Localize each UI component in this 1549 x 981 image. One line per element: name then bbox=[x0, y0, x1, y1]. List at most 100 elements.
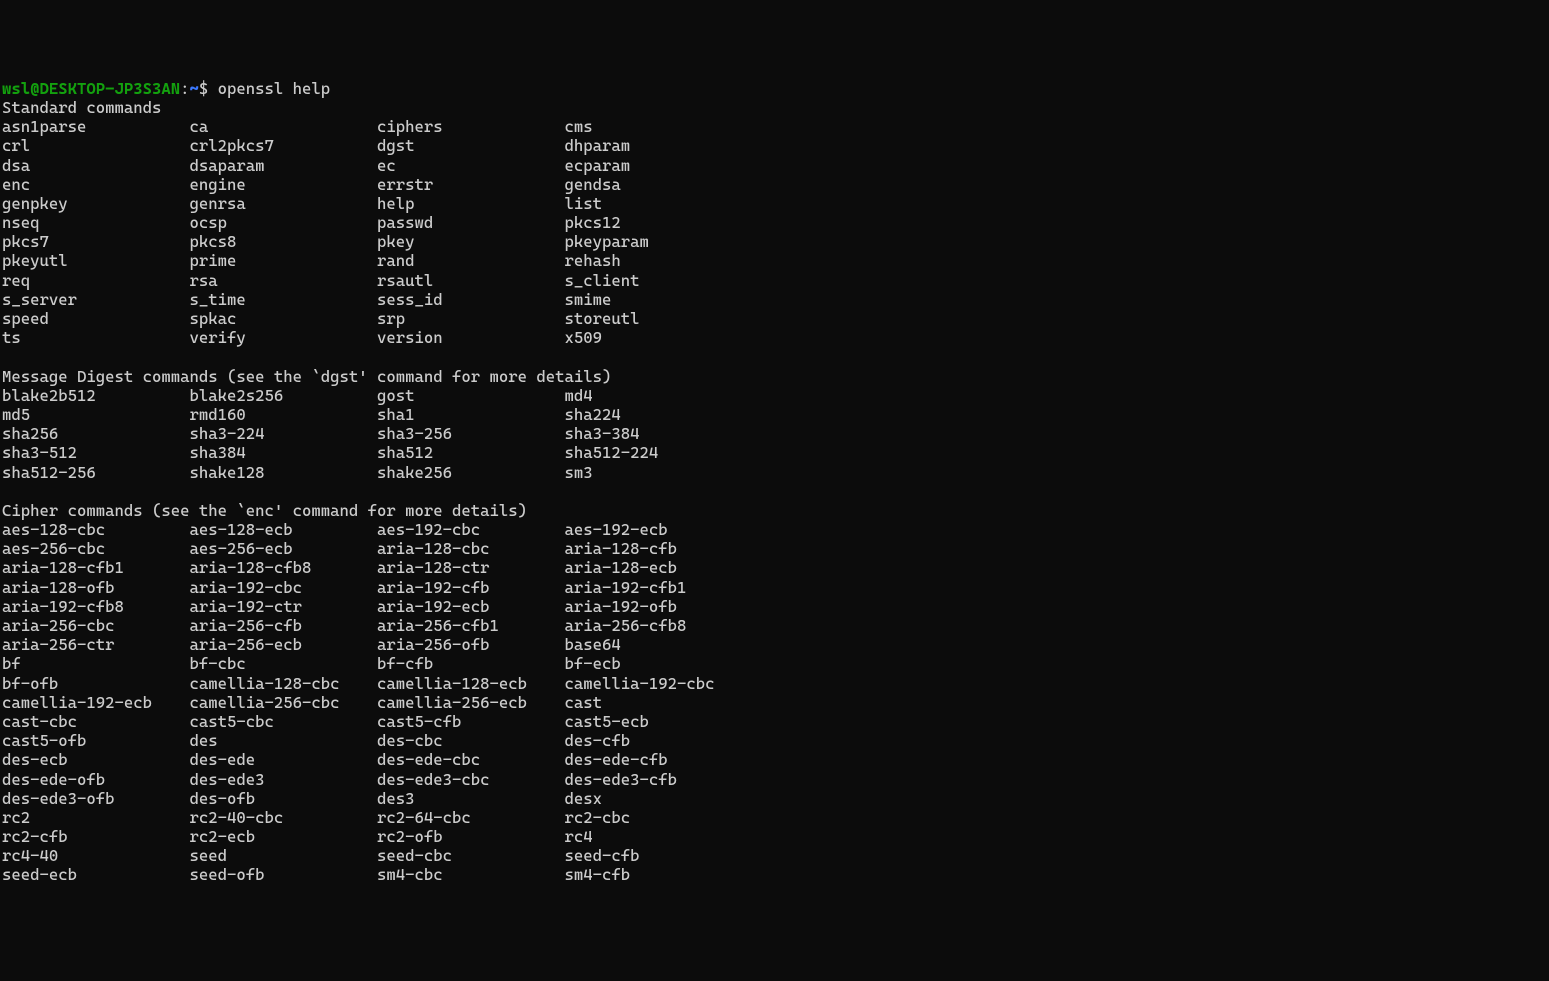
command-row: blake2b512blake2s256gostmd4 bbox=[2, 386, 1549, 405]
command-cell: aria-128-ecb bbox=[565, 558, 753, 577]
prompt-user-host: wsl@DESKTOP-JP3S3AN bbox=[2, 79, 180, 98]
command-row: sha3-512sha384sha512sha512-224 bbox=[2, 443, 1549, 462]
command-cell: rc4-40 bbox=[2, 846, 190, 865]
command-cell: pkey bbox=[377, 232, 565, 251]
command-cell: des-ecb bbox=[2, 750, 190, 769]
blank-line bbox=[2, 347, 1549, 366]
command-cell: des-cfb bbox=[565, 731, 753, 750]
command-cell: camellia-192-ecb bbox=[2, 693, 190, 712]
command-cell: aria-192-ofb bbox=[565, 597, 753, 616]
command-cell: aria-192-cfb bbox=[377, 578, 565, 597]
command-cell: sha3-384 bbox=[565, 424, 753, 443]
command-cell: genpkey bbox=[2, 194, 190, 213]
command-cell: rc2-ecb bbox=[190, 827, 378, 846]
command-cell: blake2b512 bbox=[2, 386, 190, 405]
command-row: bfbf-cbcbf-cfbbf-ecb bbox=[2, 654, 1549, 673]
command-cell: dsa bbox=[2, 156, 190, 175]
command-cell: pkcs8 bbox=[190, 232, 378, 251]
command-cell: sm4-cfb bbox=[565, 865, 753, 884]
command-cell: camellia-256-ecb bbox=[377, 693, 565, 712]
command-row: aria-256-ctraria-256-ecbaria-256-ofbbase… bbox=[2, 635, 1549, 654]
command-cell: aes-256-cbc bbox=[2, 539, 190, 558]
command-cell: enc bbox=[2, 175, 190, 194]
command-cell: rc2-cbc bbox=[565, 808, 753, 827]
command-row: rc2rc2-40-cbcrc2-64-cbcrc2-cbc bbox=[2, 808, 1549, 827]
command-cell: aria-128-ofb bbox=[2, 578, 190, 597]
command-row: s_servers_timesess_idsmime bbox=[2, 290, 1549, 309]
command-cell: dsaparam bbox=[190, 156, 378, 175]
command-row: des-ede-ofbdes-ede3des-ede3-cbcdes-ede3-… bbox=[2, 770, 1549, 789]
command-cell: sha3-512 bbox=[2, 443, 190, 462]
command-cell: des-cbc bbox=[377, 731, 565, 750]
command-cell: req bbox=[2, 271, 190, 290]
command-row: aria-192-cfb8aria-192-ctraria-192-ecbari… bbox=[2, 597, 1549, 616]
command-cell: blake2s256 bbox=[190, 386, 378, 405]
command-cell: cast5-ecb bbox=[565, 712, 753, 731]
command-cell: sess_id bbox=[377, 290, 565, 309]
command-cell: genrsa bbox=[190, 194, 378, 213]
command-cell: des-ede-ofb bbox=[2, 770, 190, 789]
command-cell: rc2-64-cbc bbox=[377, 808, 565, 827]
command-cell: rmd160 bbox=[190, 405, 378, 424]
command-row: encengineerrstrgendsa bbox=[2, 175, 1549, 194]
command-cell: aria-128-cfb8 bbox=[190, 558, 378, 577]
command-row: des-ede3-ofbdes-ofbdes3desx bbox=[2, 789, 1549, 808]
command-cell: pkeyparam bbox=[565, 232, 753, 251]
prompt-line: wsl@DESKTOP-JP3S3AN:~$ openssl help bbox=[2, 79, 1549, 98]
command-cell: md5 bbox=[2, 405, 190, 424]
command-cell: gost bbox=[377, 386, 565, 405]
command-cell: rc4 bbox=[565, 827, 753, 846]
command-cell: seed-ecb bbox=[2, 865, 190, 884]
command-row: tsverifyversionx509 bbox=[2, 328, 1549, 347]
blank-line bbox=[2, 482, 1549, 501]
command-cell: des-ede3-ofb bbox=[2, 789, 190, 808]
command-cell: des-ede bbox=[190, 750, 378, 769]
command-cell: nseq bbox=[2, 213, 190, 232]
command-cell: aria-128-ctr bbox=[377, 558, 565, 577]
command-row: pkeyutlprimerandrehash bbox=[2, 251, 1549, 270]
command-cell: asn1parse bbox=[2, 117, 190, 136]
command-cell: des-ede3-cfb bbox=[565, 770, 753, 789]
command-cell: aria-256-ecb bbox=[190, 635, 378, 654]
command-cell: seed bbox=[190, 846, 378, 865]
command-cell: bf-cbc bbox=[190, 654, 378, 673]
command-cell: aria-192-cfb1 bbox=[565, 578, 753, 597]
command-row: sha512-256shake128shake256sm3 bbox=[2, 463, 1549, 482]
command-cell: camellia-128-cbc bbox=[190, 674, 378, 693]
command-row: sha256sha3-224sha3-256sha3-384 bbox=[2, 424, 1549, 443]
command-cell: s_client bbox=[565, 271, 753, 290]
prompt-path: ~ bbox=[190, 79, 199, 98]
command-cell: pkcs12 bbox=[565, 213, 753, 232]
command-cell: sha224 bbox=[565, 405, 753, 424]
command-text: openssl help bbox=[218, 79, 331, 98]
command-cell: sha256 bbox=[2, 424, 190, 443]
command-row: aria-256-cbcaria-256-cfbaria-256-cfb1ari… bbox=[2, 616, 1549, 635]
command-cell: aria-256-ofb bbox=[377, 635, 565, 654]
prompt-dollar: $ bbox=[199, 79, 208, 98]
command-cell: seed-cfb bbox=[565, 846, 753, 865]
command-cell: rc2 bbox=[2, 808, 190, 827]
command-cell: ca bbox=[190, 117, 378, 136]
command-cell: aria-256-cfb bbox=[190, 616, 378, 635]
command-cell: aria-256-cbc bbox=[2, 616, 190, 635]
command-row: cast5-ofbdesdes-cbcdes-cfb bbox=[2, 731, 1549, 750]
command-cell: sha3-224 bbox=[190, 424, 378, 443]
command-row: rc4-40seedseed-cbcseed-cfb bbox=[2, 846, 1549, 865]
command-row: cast-cbccast5-cbccast5-cfbcast5-ecb bbox=[2, 712, 1549, 731]
command-cell: camellia-128-ecb bbox=[377, 674, 565, 693]
command-cell: des3 bbox=[377, 789, 565, 808]
command-cell: s_server bbox=[2, 290, 190, 309]
command-cell: ocsp bbox=[190, 213, 378, 232]
command-cell: sha512 bbox=[377, 443, 565, 462]
command-row: des-ecbdes-ededes-ede-cbcdes-ede-cfb bbox=[2, 750, 1549, 769]
command-cell: rc2-cfb bbox=[2, 827, 190, 846]
command-cell: sm3 bbox=[565, 463, 753, 482]
command-cell: aes-192-cbc bbox=[377, 520, 565, 539]
command-cell: rc2-ofb bbox=[377, 827, 565, 846]
terminal-output[interactable]: wsl@DESKTOP-JP3S3AN:~$ openssl helpStand… bbox=[2, 79, 1549, 885]
command-cell: s_time bbox=[190, 290, 378, 309]
command-cell: aria-128-cfb bbox=[565, 539, 753, 558]
command-cell: bf-ecb bbox=[565, 654, 753, 673]
command-cell: seed-cbc bbox=[377, 846, 565, 865]
command-cell: help bbox=[377, 194, 565, 213]
